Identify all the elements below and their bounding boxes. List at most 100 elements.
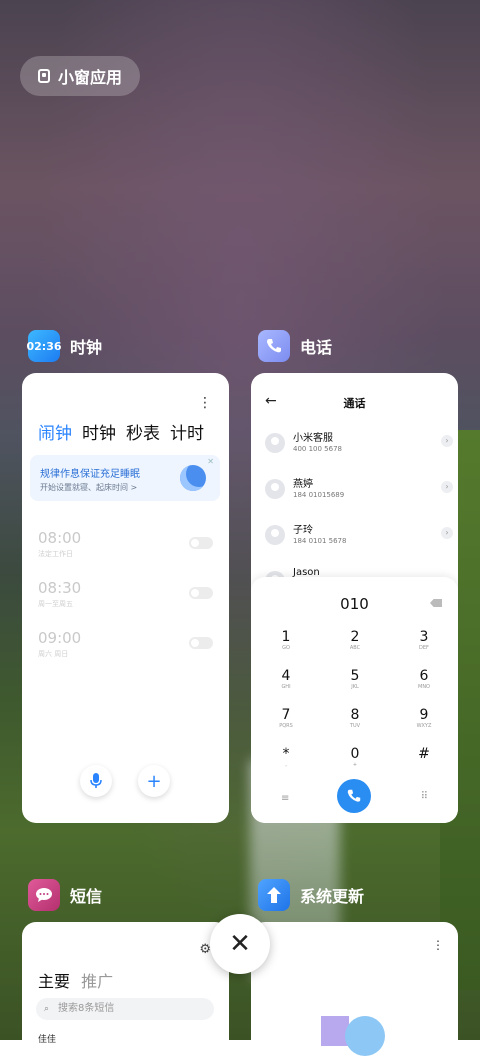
- tab-clock[interactable]: 时钟: [82, 419, 116, 444]
- key-3[interactable]: 3 DEF: [399, 629, 449, 651]
- key-2[interactable]: 2 ABC: [330, 629, 380, 651]
- alarm-repeat: 法定工作日: [38, 550, 73, 558]
- sms-app-icon: [28, 879, 60, 911]
- contact-number: 400 100 5678: [293, 445, 342, 453]
- alarm-toggle[interactable]: [189, 537, 213, 549]
- close-icon: ✕: [229, 929, 251, 959]
- search-icon: ⌕: [44, 1004, 50, 1014]
- chevron-right-icon[interactable]: ›: [441, 435, 453, 447]
- sms-tabs: 主要 推广: [38, 968, 113, 992]
- message-row[interactable]: 佳佳: [38, 1032, 56, 1045]
- small-window-apps-button[interactable]: 小窗应用: [20, 56, 140, 96]
- chevron-right-icon[interactable]: ›: [441, 481, 453, 493]
- key-letters: MNO: [418, 684, 430, 690]
- update-app-icon: [258, 879, 290, 911]
- alarm-item[interactable]: 09:00 周六 周日: [38, 629, 81, 659]
- sms-app-name: 短信: [70, 887, 103, 906]
- key-letters: WXYZ: [416, 723, 432, 729]
- clock-app-icon: 02:36: [26, 330, 62, 362]
- update-app-header[interactable]: 系统更新: [258, 879, 364, 911]
- more-menu-icon[interactable]: ⋮: [198, 395, 212, 411]
- phone-handset-icon: [267, 339, 281, 353]
- clock-app-header[interactable]: 02:36 时钟: [26, 330, 103, 362]
- banner-subtitle: 开始设置就寝、起床时间 >: [40, 483, 138, 492]
- alarm-repeat: 周六 周日: [38, 650, 69, 658]
- alarm-toggle[interactable]: [189, 587, 213, 599]
- phone-app-icon: [258, 330, 290, 362]
- avatar: [265, 433, 285, 453]
- clock-tabs: 闹钟 时钟 秒表 计时: [38, 419, 204, 444]
- microphone-icon: [90, 773, 102, 788]
- key-digit: 2: [350, 629, 360, 645]
- key-letters: GHI: [281, 684, 291, 690]
- alarm-item[interactable]: 08:30 周一至周五: [38, 579, 81, 609]
- key-digit: 8: [350, 707, 360, 723]
- dialpad-toggle-icon[interactable]: ⠿: [421, 791, 428, 802]
- alarm-time: 08:00: [38, 529, 82, 547]
- contact-name: 小米客服: [293, 433, 333, 444]
- sms-app-card[interactable]: ⚙ 主要 推广 ⌕ 搜索8条短信 佳佳: [22, 922, 229, 1062]
- avatar: [265, 479, 285, 499]
- more-menu-icon[interactable]: ⋮: [432, 938, 444, 952]
- call-button[interactable]: [337, 779, 371, 813]
- key-digit: 6: [419, 668, 429, 684]
- alarm-time: 09:00: [38, 629, 82, 647]
- key-8[interactable]: 8 TUV: [330, 707, 380, 729]
- add-alarm-button[interactable]: +: [138, 765, 170, 797]
- call-icon: [347, 789, 361, 802]
- phone-app-card[interactable]: ← 通话 小米客服 400 100 5678 › 燕婷 184 01015689…: [251, 373, 458, 823]
- key-letters: ,: [285, 762, 287, 768]
- miui-logo-circle: [345, 1016, 385, 1056]
- update-app-name: 系统更新: [300, 887, 365, 906]
- key-0[interactable]: 0 +: [330, 746, 380, 768]
- tab-timer[interactable]: 计时: [170, 419, 204, 444]
- contact-row[interactable]: 小米客服 400 100 5678 ›: [265, 427, 453, 457]
- key-5[interactable]: 5 JKL: [330, 668, 380, 690]
- key-digit: 9: [419, 707, 429, 723]
- small-window-label: 小窗应用: [58, 68, 123, 87]
- arrow-up-icon: [267, 887, 281, 903]
- close-all-button[interactable]: ✕: [210, 914, 270, 974]
- sms-search-input[interactable]: ⌕ 搜索8条短信: [36, 998, 214, 1020]
- key-digit: 0: [350, 746, 360, 762]
- key-digit: *: [282, 746, 290, 762]
- clock-app-card[interactable]: ⋮ 闹钟 时钟 秒表 计时 规律作息保证充足睡眠 开始设置就寝、起床时间 > ✕…: [22, 373, 229, 823]
- tab-alarm[interactable]: 闹钟: [38, 419, 72, 444]
- clock-app-name: 时钟: [70, 338, 103, 357]
- key-letters: +: [352, 762, 358, 768]
- menu-icon[interactable]: ≡: [281, 793, 289, 804]
- tab-promotion[interactable]: 推广: [81, 972, 113, 991]
- clock-icon-time: 02:36: [26, 339, 62, 353]
- search-placeholder: 搜索8条短信: [58, 1003, 115, 1014]
- key-6[interactable]: 6 MNO: [399, 668, 449, 690]
- key-1[interactable]: 1 GO: [261, 629, 311, 651]
- chevron-right-icon[interactable]: ›: [441, 527, 453, 539]
- key-4[interactable]: 4 GHI: [261, 668, 311, 690]
- phone-app-name: 电话: [300, 338, 333, 357]
- key-digit: 1: [281, 629, 291, 645]
- key-digit: 7: [281, 707, 291, 723]
- update-app-card[interactable]: ⋮: [251, 922, 458, 1062]
- avatar: [265, 525, 285, 545]
- key-letters: DEF: [419, 645, 429, 651]
- key-hash[interactable]: #: [399, 746, 449, 762]
- tab-main[interactable]: 主要: [38, 972, 70, 991]
- key-letters: ABC: [349, 645, 361, 651]
- microphone-button[interactable]: [80, 765, 112, 797]
- key-star[interactable]: *,: [261, 746, 311, 768]
- alarm-item[interactable]: 08:00 法定工作日: [38, 529, 81, 559]
- key-9[interactable]: 9 WXYZ: [399, 707, 449, 729]
- banner-close-icon[interactable]: ✕: [207, 457, 214, 466]
- sms-app-header[interactable]: 短信: [28, 879, 102, 911]
- key-letters: PQRS: [279, 723, 293, 729]
- sleep-banner[interactable]: 规律作息保证充足睡眠 开始设置就寝、起床时间 > ✕: [30, 455, 220, 501]
- alarm-repeat: 周一至周五: [38, 600, 73, 608]
- key-7[interactable]: 7 PQRS: [261, 707, 311, 729]
- sender-name: 佳佳: [38, 1035, 57, 1045]
- contact-row[interactable]: 燕婷 184 01015689 ›: [265, 473, 453, 503]
- contact-row[interactable]: 子玲 184 0101 5678 ›: [265, 519, 453, 549]
- tab-stopwatch[interactable]: 秒表: [126, 419, 160, 444]
- key-digit: 5: [350, 668, 360, 684]
- alarm-toggle[interactable]: [189, 637, 213, 649]
- phone-app-header[interactable]: 电话: [258, 330, 332, 362]
